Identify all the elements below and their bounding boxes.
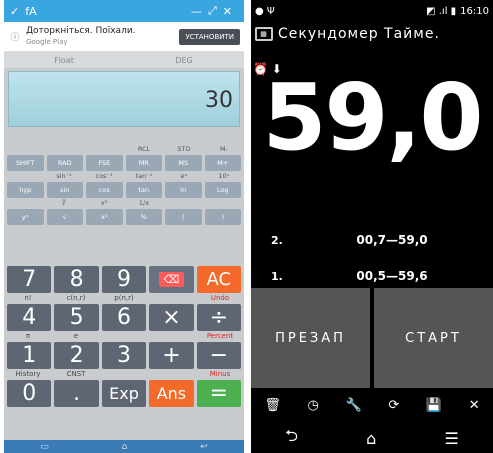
key-1[interactable]: 1	[7, 342, 52, 369]
backspace-key[interactable]: ⌫	[149, 266, 194, 293]
signal-battery-icon: ◩ .ıl ▮	[426, 5, 457, 17]
app-title-bar: ▦ Секундомер Тайме.	[251, 22, 493, 46]
sin-key[interactable]: sin	[46, 182, 83, 198]
lap-time: 00,7—59,0	[356, 233, 428, 247]
check-icon: ✓	[10, 4, 20, 18]
screenshot-root: ✓ fA — ⤢ ✕ ⓘ Доторкніться. Поїхали. Goog…	[0, 0, 493, 453]
calc-display: 30	[8, 71, 240, 127]
home-icon[interactable]: ⌂	[366, 429, 376, 448]
scientific-keys: RCL STO M- SHIFT RAD FSE MR MS M+ sin⁻¹ cos…	[4, 144, 244, 225]
clock-time: 16:10	[460, 5, 489, 17]
ad-install-button[interactable]: УСТАНОВИТИ	[179, 28, 240, 45]
ad-banner[interactable]: ⓘ Доторкніться. Поїхали. Google Play УСТ…	[4, 22, 244, 52]
sqrt-key[interactable]: √	[46, 209, 83, 225]
equals-key[interactable]: =	[196, 380, 242, 407]
tan-key[interactable]: tan	[125, 182, 162, 198]
status-bar: ✓ fA — ⤢ ✕	[4, 0, 244, 22]
display-value: 30	[205, 88, 233, 113]
stopwatch-app-icon: ▦	[255, 27, 273, 41]
percent-key[interactable]: %	[125, 209, 162, 225]
key-8[interactable]: 8	[54, 266, 99, 293]
close-paren-key[interactable]: )	[204, 209, 241, 225]
minus-key[interactable]: −	[196, 342, 242, 369]
start-button[interactable]: СТАРТ	[374, 288, 493, 388]
shift-key[interactable]: SHIFT	[7, 155, 44, 171]
key-5[interactable]: 5	[54, 304, 99, 331]
key-7[interactable]: 7	[7, 266, 52, 293]
fse-key[interactable]: FSE	[86, 155, 123, 171]
clock-icon[interactable]: ◷	[308, 398, 319, 413]
restart-button[interactable]: ПРЕЗАП	[251, 288, 370, 388]
back-icon[interactable]: ↩	[200, 442, 208, 452]
app-title: Секундомер Тайме.	[278, 26, 440, 42]
key-2[interactable]: 2	[54, 342, 99, 369]
save-icon[interactable]: 💾	[426, 398, 442, 413]
home-icon[interactable]: ⌂	[122, 442, 128, 452]
list-item: 2. 00,7—59,0	[251, 222, 493, 258]
shift-label-row: RCL STO M-	[137, 145, 228, 153]
trash-icon[interactable]: 🗑	[264, 398, 281, 413]
toolbar: 🗑 ◷ 🔧 ⟳ 💾 ✕	[251, 392, 493, 418]
float-mode: Float	[54, 55, 74, 65]
backspace-icon: ⌫	[158, 272, 185, 287]
ad-info-icon: ⓘ	[10, 32, 20, 43]
elapsed-time: 59,0	[262, 64, 484, 171]
open-paren-key[interactable]: (	[165, 209, 202, 225]
minimize-icon[interactable]: —	[191, 5, 202, 18]
calculator-phone: ✓ fA — ⤢ ✕ ⓘ Доторкніться. Поїхали. Goog…	[4, 0, 244, 453]
nav-bar: ⮌ ⌂ ☰	[251, 424, 493, 453]
mr-key[interactable]: MR	[125, 155, 162, 171]
square-key[interactable]: x²	[86, 209, 123, 225]
ad-subtitle: Google Play	[26, 37, 68, 46]
close-icon[interactable]: ✕	[223, 5, 232, 18]
lap-number: 2.	[271, 233, 283, 247]
key-9[interactable]: 9	[101, 266, 147, 293]
close-icon[interactable]: ✕	[469, 398, 480, 413]
lap-time: 00,5—59,6	[356, 269, 428, 283]
key-0[interactable]: 0	[7, 380, 52, 407]
nav-bar: ▭ ⌂ ↩	[4, 440, 244, 453]
ln-key[interactable]: ln	[165, 182, 202, 198]
ans-key[interactable]: Ans	[149, 380, 194, 407]
wrench-icon[interactable]: 🔧	[346, 398, 362, 413]
back-icon[interactable]: ⮌	[285, 425, 298, 452]
stopwatch-phone: ● Ψ ◩ .ıl ▮ 16:10 ▦ Секундомер Тайме. ⏰ …	[251, 0, 493, 453]
key-3[interactable]: 3	[101, 342, 147, 369]
hyp-key[interactable]: hyp	[7, 182, 44, 198]
expand-icon[interactable]: ⤢	[208, 4, 217, 18]
power-key[interactable]: yˣ	[7, 209, 44, 225]
mplus-key[interactable]: M+	[204, 155, 241, 171]
log-key[interactable]: Log	[204, 182, 241, 198]
control-buttons: ПРЕЗАП СТАРТ	[251, 288, 493, 388]
ac-key[interactable]: AC	[196, 266, 242, 293]
rotate-icon[interactable]: ⟳	[388, 398, 399, 413]
divide-key[interactable]: ÷	[196, 304, 242, 331]
number-keys: 7 8 9 ⌫ AC n! c(n,r) p(n,r) Undo 4 5 6 × ÷ …	[4, 266, 244, 407]
notification-icons: ● Ψ	[255, 5, 275, 17]
decimal-key[interactable]: .	[54, 380, 99, 407]
plus-key[interactable]: +	[149, 342, 194, 369]
multiply-key[interactable]: ×	[149, 304, 194, 331]
cos-key[interactable]: cos	[86, 182, 123, 198]
key-6[interactable]: 6	[101, 304, 147, 331]
lap-list: 2. 00,7—59,0 1. 00,5—59,6	[251, 222, 493, 294]
recent-apps-icon[interactable]: ▭	[40, 442, 49, 452]
ad-title: Доторкніться. Поїхали.	[26, 25, 136, 36]
rad-key[interactable]: RAD	[46, 155, 83, 171]
ms-key[interactable]: MS	[165, 155, 202, 171]
status-bar: ● Ψ ◩ .ıl ▮ 16:10	[251, 0, 493, 22]
exp-key[interactable]: Exp	[101, 380, 147, 407]
app-tag: fA	[25, 4, 37, 18]
key-4[interactable]: 4	[7, 304, 52, 331]
deg-mode: DEG	[175, 55, 193, 65]
menu-icon[interactable]: ☰	[445, 429, 459, 448]
mode-bar: Float DEG	[4, 52, 244, 68]
lap-number: 1.	[271, 269, 283, 283]
